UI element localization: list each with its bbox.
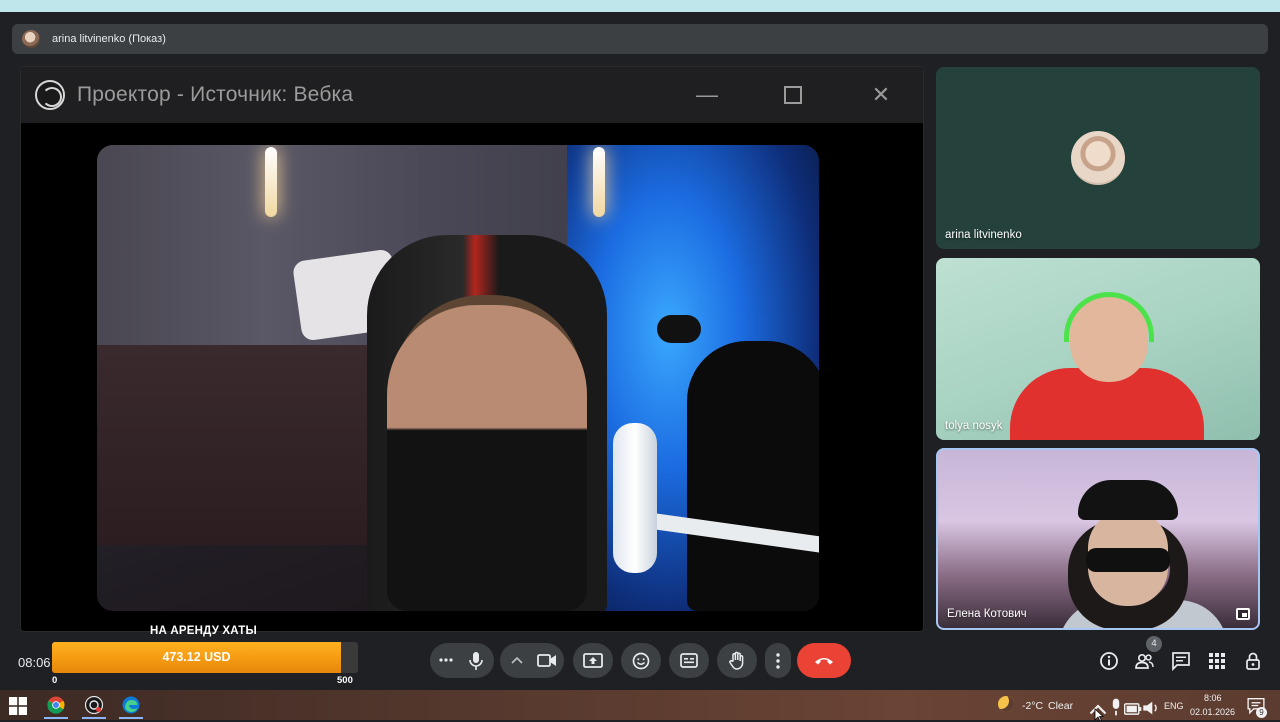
weather-temp[interactable]: -2°C bbox=[1022, 700, 1043, 712]
leave-call-button[interactable] bbox=[797, 643, 851, 678]
battery-icon[interactable] bbox=[1124, 700, 1142, 718]
people-count-badge: 4 bbox=[1146, 636, 1162, 652]
donation-amount: 473.12 USD bbox=[162, 650, 231, 664]
windows-taskbar bbox=[0, 690, 1280, 720]
participant-tile[interactable]: arina litvinenko bbox=[936, 67, 1260, 249]
participant-name: arina litvinenko bbox=[945, 229, 1022, 241]
raise-hand-button[interactable] bbox=[717, 643, 757, 678]
more-vert-button[interactable] bbox=[765, 643, 791, 678]
obs-logo-icon bbox=[35, 80, 65, 110]
close-icon: ✕ bbox=[867, 81, 895, 109]
camera-control-group bbox=[500, 643, 564, 678]
volume-icon[interactable] bbox=[1142, 699, 1160, 717]
edge-icon[interactable] bbox=[122, 696, 140, 714]
call-end-icon bbox=[815, 657, 833, 664]
donation-max: 500 bbox=[337, 675, 353, 686]
tray-date[interactable]: 02.01.2026 bbox=[1190, 707, 1235, 717]
present-screen-icon bbox=[583, 652, 603, 668]
captions-icon bbox=[680, 653, 698, 668]
participant-name: tolya nosyk bbox=[945, 420, 1003, 432]
active-app-indicator bbox=[44, 717, 68, 719]
participant-video bbox=[1010, 292, 1204, 440]
activities-icon[interactable] bbox=[1207, 651, 1227, 671]
weather-moon-icon bbox=[998, 696, 1014, 712]
active-app-indicator bbox=[82, 717, 106, 719]
presenter-label: arina litvinenko (Показ) bbox=[52, 33, 166, 45]
chevron-up-icon[interactable] bbox=[511, 656, 523, 664]
obs-taskbar-icon[interactable] bbox=[85, 696, 103, 714]
donation-min: 0 bbox=[52, 675, 58, 686]
notification-count: 9 bbox=[1256, 707, 1267, 718]
weather-desc[interactable]: Clear bbox=[1048, 700, 1073, 712]
emoji-icon bbox=[632, 652, 650, 669]
projector-titlebar: Проектор - Источник: Вебка — ✕ bbox=[21, 67, 923, 123]
people-icon[interactable] bbox=[1134, 651, 1154, 671]
shared-screen-tile: Проектор - Источник: Вебка — ✕ bbox=[20, 66, 924, 632]
minimize-icon: — bbox=[693, 81, 721, 109]
more-vert-icon bbox=[776, 652, 780, 669]
active-app-indicator bbox=[119, 717, 143, 719]
participant-name: Елена Котович bbox=[947, 608, 1027, 620]
reactions-button[interactable] bbox=[621, 643, 661, 678]
meeting-clock: 08:06 bbox=[18, 655, 51, 670]
browser-tab-strip bbox=[0, 0, 1280, 12]
presentation-topbar: arina litvinenko (Показ) bbox=[12, 24, 1268, 54]
language-indicator[interactable]: ENG bbox=[1164, 701, 1184, 711]
participant-tile[interactable]: tolya nosyk bbox=[936, 258, 1260, 440]
donation-goal-title: НА АРЕНДУ ХАТЫ bbox=[150, 625, 257, 637]
host-controls-icon[interactable] bbox=[1243, 651, 1263, 671]
presenter-avatar bbox=[22, 30, 40, 48]
camera-icon[interactable] bbox=[537, 653, 557, 668]
participant-video bbox=[1058, 480, 1228, 628]
present-button[interactable] bbox=[573, 643, 613, 678]
info-icon[interactable] bbox=[1099, 651, 1119, 671]
webcam-feed bbox=[97, 145, 819, 611]
tray-time[interactable]: 8:06 bbox=[1204, 693, 1222, 703]
participant-tile[interactable]: Елена Котович bbox=[936, 448, 1260, 630]
mic-tray-icon[interactable] bbox=[1107, 698, 1125, 716]
minimize-glyph: — bbox=[696, 82, 718, 107]
captions-button[interactable] bbox=[669, 643, 709, 678]
projector-title: Проектор - Источник: Вебка bbox=[77, 83, 354, 106]
close-glyph: ✕ bbox=[871, 82, 891, 107]
windows-start-icon[interactable] bbox=[9, 697, 27, 715]
mic-icon[interactable] bbox=[468, 651, 484, 671]
pip-icon[interactable] bbox=[1236, 608, 1250, 620]
hand-icon bbox=[729, 651, 744, 670]
mic-control-group bbox=[430, 643, 494, 678]
chrome-icon[interactable] bbox=[47, 696, 65, 714]
more-options-icon[interactable] bbox=[439, 658, 453, 662]
avatar bbox=[1071, 131, 1125, 185]
maximize-icon bbox=[779, 81, 807, 109]
chat-icon[interactable] bbox=[1171, 651, 1191, 671]
